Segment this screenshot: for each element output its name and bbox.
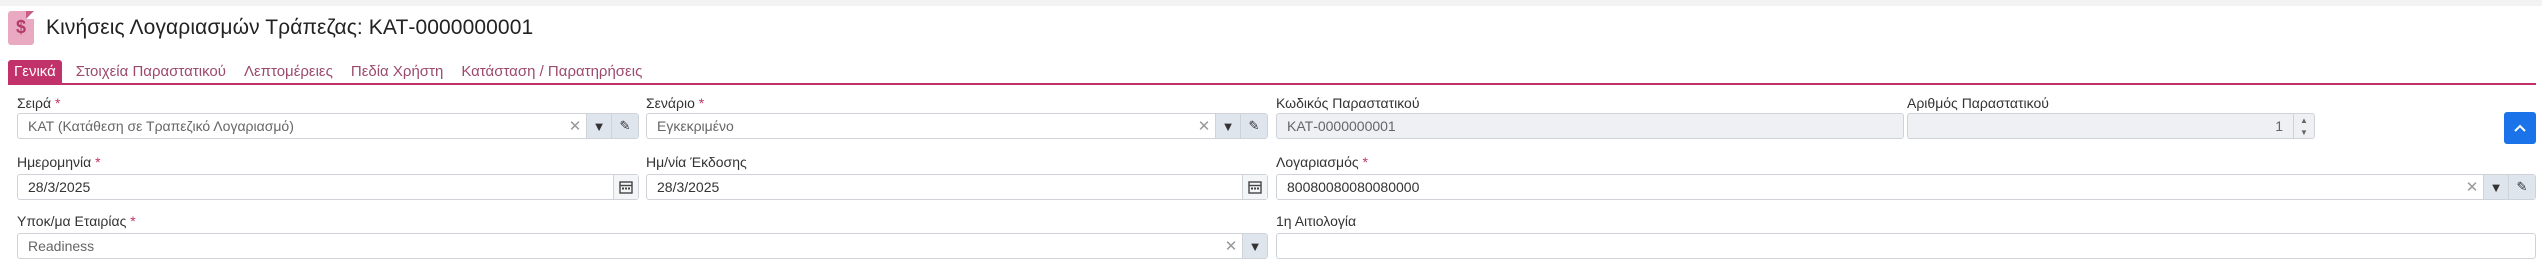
tab-bar: Γενικά Στοιχεία Παραστατικού Λεπτομέρειε… (8, 60, 646, 83)
clear-icon[interactable]: ✕ (1220, 234, 1242, 258)
calendar-icon[interactable] (1242, 175, 1267, 199)
series-value: ΚΑΤ (Κατάθεση σε Τραπεζικό Λογαριασμό) (28, 118, 294, 134)
doc-number-value: 1 (2275, 118, 2283, 134)
scenario-select[interactable]: Εγκεκριμένο ✕ ▼ ✎ (646, 113, 1268, 139)
tab-document-info[interactable]: Στοιχεία Παραστατικού (72, 60, 230, 83)
clear-icon[interactable]: ✕ (2461, 175, 2483, 199)
top-strip (0, 0, 2542, 6)
scenario-label: Σενάριο * (646, 95, 705, 111)
page-title: Κινήσεις Λογαριασμών Τράπεζας: ΚΑΤ-00000… (46, 16, 534, 39)
reason-input[interactable] (1276, 233, 2536, 259)
tab-general[interactable]: Γενικά (8, 60, 62, 83)
doc-number-field: 1 ▲ ▼ (1907, 113, 2315, 139)
tab-user-fields[interactable]: Πεδία Χρήστη (347, 60, 447, 83)
doc-number-label: Αριθμός Παραστατικού (1907, 95, 2049, 111)
account-value: 80080080080080000 (1287, 179, 1420, 195)
issue-date-value: 28/3/2025 (657, 179, 720, 195)
issue-date-label: Ημ/νία Έκδοσης (646, 154, 747, 170)
scenario-value: Εγκεκριμένο (657, 118, 734, 134)
branch-value: Readiness (28, 238, 95, 254)
date-value: 28/3/2025 (28, 179, 91, 195)
step-up-icon[interactable]: ▲ (2294, 114, 2314, 126)
chevron-down-icon[interactable]: ▼ (1242, 234, 1267, 258)
series-select[interactable]: ΚΑΤ (Κατάθεση σε Τραπεζικό Λογαριασμό) ✕… (17, 113, 639, 139)
reason-label: 1η Αιτιολογία (1276, 213, 1357, 229)
chevron-up-icon (2514, 124, 2526, 132)
chevron-down-icon[interactable]: ▼ (586, 114, 611, 138)
branch-select[interactable]: Readiness ✕ ▼ (17, 233, 1268, 259)
calendar-icon[interactable] (613, 175, 638, 199)
doc-code-field: ΚΑΤ-0000000001 (1276, 113, 1904, 139)
doc-code-value: ΚΑΤ-0000000001 (1287, 118, 1396, 134)
pencil-icon[interactable]: ✎ (2508, 175, 2535, 199)
account-select[interactable]: 80080080080080000 ✕ ▼ ✎ (1276, 174, 2536, 200)
doc-code-label: Κωδικός Παραστατικού (1276, 95, 1420, 111)
chevron-down-icon[interactable]: ▼ (2483, 175, 2508, 199)
pencil-icon[interactable]: ✎ (611, 114, 638, 138)
clear-icon[interactable]: ✕ (564, 114, 586, 138)
branch-label: Υποκ/μα Εταιρίας * (17, 213, 136, 229)
page-header: $ Κινήσεις Λογαριασμών Τράπεζας: ΚΑΤ-000… (8, 10, 533, 46)
dollar-document-icon: $ (8, 11, 34, 45)
account-label: Λογαριασμός * (1276, 154, 1368, 170)
date-field[interactable]: 28/3/2025 (17, 174, 639, 200)
step-down-icon[interactable]: ▼ (2294, 126, 2314, 138)
number-stepper[interactable]: ▲ ▼ (2293, 114, 2314, 138)
tab-status-notes[interactable]: Κατάσταση / Παρατηρήσεις (457, 60, 646, 83)
tab-details[interactable]: Λεπτομέρειες (240, 60, 337, 83)
tab-underline (8, 83, 2536, 85)
scroll-up-button[interactable] (2504, 112, 2536, 144)
chevron-down-icon[interactable]: ▼ (1215, 114, 1240, 138)
date-label: Ημερομηνία * (17, 154, 101, 170)
clear-icon[interactable]: ✕ (1193, 114, 1215, 138)
issue-date-field[interactable]: 28/3/2025 (646, 174, 1268, 200)
series-label: Σειρά * (17, 95, 61, 111)
pencil-icon[interactable]: ✎ (1240, 114, 1267, 138)
